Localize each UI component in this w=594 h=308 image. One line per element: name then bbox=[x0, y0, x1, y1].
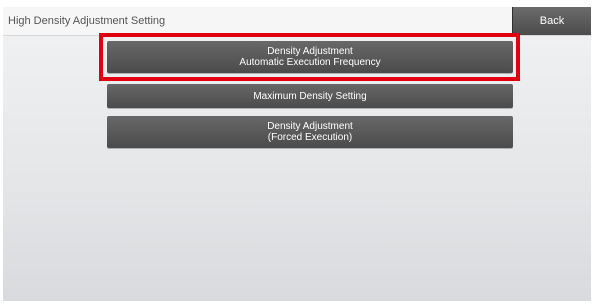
button-label: Maximum Density Setting bbox=[253, 90, 367, 102]
button-label-line1: Density Adjustment bbox=[267, 121, 353, 132]
density-adjustment-forced-button[interactable]: Density Adjustment (Forced Execution) bbox=[107, 116, 513, 148]
button-label-line2: Automatic Execution Frequency bbox=[239, 57, 381, 68]
button-label-line2: (Forced Execution) bbox=[267, 132, 353, 143]
maximum-density-setting-button[interactable]: Maximum Density Setting bbox=[107, 84, 513, 108]
page-title: High Density Adjustment Setting bbox=[8, 15, 166, 27]
back-button[interactable]: Back bbox=[512, 7, 591, 35]
header-bar: High Density Adjustment Setting Back bbox=[3, 7, 591, 36]
button-label-line1: Density Adjustment bbox=[267, 46, 353, 57]
settings-screen: High Density Adjustment Setting Back Den… bbox=[3, 7, 591, 301]
density-adjustment-frequency-button[interactable]: Density Adjustment Automatic Execution F… bbox=[107, 41, 513, 73]
